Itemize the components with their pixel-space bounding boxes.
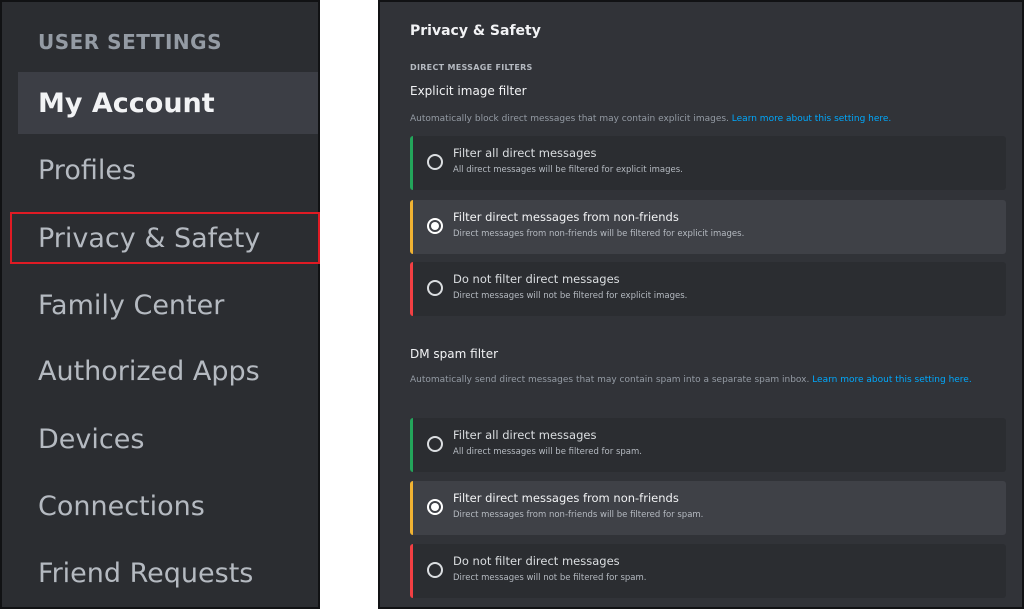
sidebar-item-label: Family Center <box>38 289 225 321</box>
sidebar-item-authorized-apps[interactable]: Authorized Apps <box>18 340 318 402</box>
option-description: Direct messages will not be filtered for… <box>453 291 688 301</box>
sidebar-item-family-center[interactable]: Family Center <box>18 274 318 336</box>
option-description: Direct messages from non-friends will be… <box>453 229 745 239</box>
radio-checked-icon[interactable] <box>427 218 443 234</box>
explicit-option-filter-non-friends[interactable]: Filter direct messages from non-friends … <box>410 200 1006 254</box>
radio-unchecked-icon[interactable] <box>427 562 443 578</box>
option-label: Filter direct messages from non-friends <box>453 210 679 224</box>
option-description: All direct messages will be filtered for… <box>453 165 683 175</box>
spam-option-filter-non-friends[interactable]: Filter direct messages from non-friends … <box>410 481 1006 535</box>
spam-learn-more-link[interactable]: Learn more about this setting here. <box>812 375 972 385</box>
sidebar-item-label: Privacy & Safety <box>38 222 261 254</box>
sidebar-item-privacy-safety[interactable]: Privacy & Safety <box>10 212 320 264</box>
option-label: Do not filter direct messages <box>453 554 620 568</box>
spam-option-filter-all[interactable]: Filter all direct messages All direct me… <box>410 418 1006 472</box>
option-label: Filter all direct messages <box>453 146 597 160</box>
sidebar-item-connections[interactable]: Connections <box>18 475 318 537</box>
sidebar-item-label: My Account <box>38 87 215 119</box>
spam-option-no-filter[interactable]: Do not filter direct messages Direct mes… <box>410 544 1006 598</box>
option-label: Filter direct messages from non-friends <box>453 491 679 505</box>
privacy-safety-panel: Privacy & Safety DIRECT MESSAGE FILTERS … <box>378 0 1024 609</box>
radio-unchecked-icon[interactable] <box>427 436 443 452</box>
sidebar-item-label: Friend Requests <box>38 557 254 589</box>
sidebar-item-label: Devices <box>38 423 145 455</box>
option-description: Direct messages from non-friends will be… <box>453 510 704 520</box>
option-description: All direct messages will be filtered for… <box>453 447 642 457</box>
section-label-dm-filters: DIRECT MESSAGE FILTERS <box>410 63 533 72</box>
explicit-option-no-filter[interactable]: Do not filter direct messages Direct mes… <box>410 262 1006 316</box>
option-description: Direct messages will not be filtered for… <box>453 573 647 583</box>
spam-filter-title: DM spam filter <box>410 347 499 361</box>
radio-checked-icon[interactable] <box>427 499 443 515</box>
settings-sidebar: USER SETTINGS My Account Profiles Privac… <box>0 0 320 609</box>
option-label: Filter all direct messages <box>453 428 597 442</box>
spam-filter-description: Automatically send direct messages that … <box>410 373 1010 388</box>
sidebar-item-label: Profiles <box>38 154 137 186</box>
sidebar-item-friend-requests[interactable]: Friend Requests <box>18 542 318 604</box>
explicit-learn-more-link[interactable]: Learn more about this setting here. <box>732 114 892 124</box>
radio-unchecked-icon[interactable] <box>427 280 443 296</box>
sidebar-item-devices[interactable]: Devices <box>18 408 318 470</box>
sidebar-item-my-account[interactable]: My Account <box>18 72 318 134</box>
explicit-filter-description-text: Automatically block direct messages that… <box>410 114 729 124</box>
sidebar-item-profiles[interactable]: Profiles <box>18 139 318 201</box>
page-title: Privacy & Safety <box>410 23 541 39</box>
explicit-filter-title: Explicit image filter <box>410 84 527 98</box>
explicit-option-filter-all[interactable]: Filter all direct messages All direct me… <box>410 136 1006 190</box>
sidebar-item-label: Authorized Apps <box>38 355 260 387</box>
sidebar-heading: USER SETTINGS <box>38 30 222 54</box>
option-label: Do not filter direct messages <box>453 272 620 286</box>
radio-unchecked-icon[interactable] <box>427 154 443 170</box>
explicit-filter-description: Automatically block direct messages that… <box>410 112 1010 127</box>
spam-filter-description-text: Automatically send direct messages that … <box>410 375 810 385</box>
sidebar-item-label: Connections <box>38 490 205 522</box>
